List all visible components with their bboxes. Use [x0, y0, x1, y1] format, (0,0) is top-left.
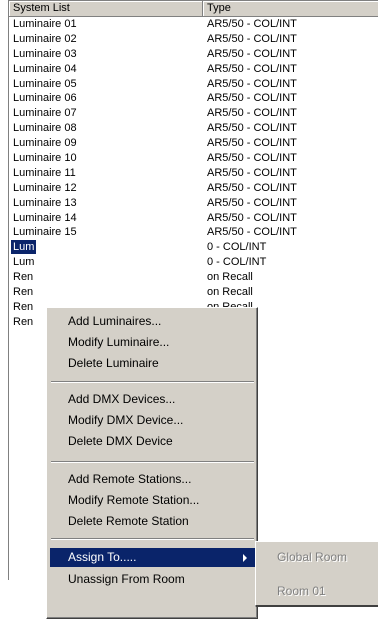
list-row[interactable]: Luminaire 01 AR5/50 - COL/INT	[9, 17, 378, 32]
list-row[interactable]: Luminaire 02 AR5/50 - COL/INT	[9, 32, 378, 47]
list-row[interactable]: Luminaire 09 AR5/50 - COL/INT	[9, 136, 378, 151]
row-type: AR5/50 - COL/INT	[207, 226, 297, 239]
menu-item-delete-luminaire[interactable]: Delete Luminaire	[50, 354, 255, 373]
row-name: Luminaire 07	[13, 107, 77, 120]
row-type: AR5/50 - COL/INT	[207, 122, 297, 135]
list-row[interactable]: Luminaire 04 AR5/50 - COL/INT	[9, 62, 378, 77]
row-name: Luminaire 06	[13, 92, 77, 105]
row-name: Ren	[13, 300, 34, 313]
row-name: Luminaire 15	[13, 226, 77, 239]
list-header: System List Type	[9, 1, 378, 17]
list-row-selected[interactable]: Lum 0 - COL/INT	[9, 240, 378, 255]
column-header-type[interactable]: Type	[203, 1, 378, 17]
list-row[interactable]: Luminaire 14 AR5/50 - COL/INT	[9, 211, 378, 226]
row-type: AR5/50 - COL/INT	[207, 32, 297, 45]
menu-item-assign-to[interactable]: Assign To.....	[50, 548, 255, 567]
row-type: AR5/50 - COL/INT	[207, 62, 297, 75]
menu-item-label: Assign To.....	[68, 550, 137, 564]
list-row[interactable]: Luminaire 06 AR5/50 - COL/INT	[9, 91, 378, 106]
list-row[interactable]: Luminaire 03 AR5/50 - COL/INT	[9, 47, 378, 62]
row-name: Ren	[13, 271, 34, 284]
row-name: Luminaire 04	[13, 62, 77, 75]
column-header-system-list[interactable]: System List	[9, 1, 203, 17]
row-name: Luminaire 13	[13, 196, 77, 209]
row-type: on Recall	[207, 286, 253, 299]
menu-item-unassign-from-room[interactable]: Unassign From Room	[50, 570, 255, 589]
list-row[interactable]: Luminaire 07 AR5/50 - COL/INT	[9, 106, 378, 121]
list-row[interactable]: Lum 0 - COL/INT	[9, 255, 378, 270]
list-row[interactable]: Luminaire 08 AR5/50 - COL/INT	[9, 121, 378, 136]
list-row[interactable]: Luminaire 12 AR5/50 - COL/INT	[9, 181, 378, 196]
row-type: AR5/50 - COL/INT	[207, 166, 297, 179]
row-name: Lum	[11, 240, 37, 255]
row-type: AR5/50 - COL/INT	[207, 152, 297, 165]
row-type: on Recall	[207, 271, 253, 284]
list-row[interactable]: Luminaire 05 AR5/50 - COL/INT	[9, 77, 378, 92]
menu-item-modify-dmx-device[interactable]: Modify DMX Device...	[50, 411, 255, 430]
list-row[interactable]: Luminaire 13 AR5/50 - COL/INT	[9, 196, 378, 211]
row-type: 0 - COL/INT	[207, 241, 267, 254]
submenu-item-room-01[interactable]: Room 01	[259, 582, 377, 601]
row-name: Luminaire 11	[13, 166, 76, 179]
menu-separator	[51, 538, 254, 540]
row-type: AR5/50 - COL/INT	[207, 47, 297, 60]
row-type: AR5/50 - COL/INT	[207, 107, 297, 120]
list-row[interactable]: Luminaire 10 AR5/50 - COL/INT	[9, 151, 378, 166]
assign-to-submenu-panel: Global Room Room 01	[255, 541, 378, 606]
submenu-item-global-room[interactable]: Global Room	[259, 548, 377, 567]
row-name: Luminaire 03	[13, 47, 77, 60]
submenu-arrow-icon	[243, 554, 247, 562]
list-row[interactable]: Luminaire 11 AR5/50 - COL/INT	[9, 166, 378, 181]
row-type: AR5/50 - COL/INT	[207, 92, 297, 105]
row-type: AR5/50 - COL/INT	[207, 137, 297, 150]
row-name: Luminaire 09	[13, 137, 77, 150]
row-type: AR5/50 - COL/INT	[207, 196, 297, 209]
row-name: Luminaire 10	[13, 152, 77, 165]
context-menu: Add Luminaires... Modify Luminaire... De…	[46, 307, 258, 619]
menu-item-delete-remote-station[interactable]: Delete Remote Station	[50, 512, 255, 531]
menu-separator	[51, 381, 254, 383]
menu-item-delete-dmx-device[interactable]: Delete DMX Device	[50, 432, 255, 451]
row-type: AR5/50 - COL/INT	[207, 18, 297, 30]
row-name: Luminaire 12	[13, 181, 77, 194]
row-name: Ren	[13, 286, 34, 299]
row-type: AR5/50 - COL/INT	[207, 211, 297, 224]
menu-item-add-dmx-devices[interactable]: Add DMX Devices...	[50, 390, 255, 409]
menu-item-add-luminaires[interactable]: Add Luminaires...	[50, 312, 255, 331]
list-row[interactable]: Ren on Recall	[9, 270, 378, 285]
row-name: Luminaire 14	[13, 211, 77, 224]
row-type: 0 - COL/INT	[207, 256, 267, 269]
row-name: Luminaire 05	[13, 77, 77, 90]
list-row[interactable]: Luminaire 15 AR5/50 - COL/INT	[9, 225, 378, 240]
list-rows: Luminaire 01 AR5/50 - COL/INT Luminaire 0…	[9, 17, 378, 330]
row-name: Ren	[13, 315, 34, 328]
menu-item-add-remote-stations[interactable]: Add Remote Stations...	[50, 470, 255, 489]
row-type: AR5/50 - COL/INT	[207, 181, 297, 194]
row-name: Luminaire 08	[13, 122, 77, 135]
list-row[interactable]: Ren on Recall	[9, 285, 378, 300]
menu-separator	[51, 461, 254, 463]
row-type: AR5/50 - COL/INT	[207, 77, 297, 90]
menu-item-modify-luminaire[interactable]: Modify Luminaire...	[50, 333, 255, 352]
row-name: Lum	[13, 256, 35, 269]
row-name: Luminaire 01	[13, 18, 77, 30]
menu-item-modify-remote-station[interactable]: Modify Remote Station...	[50, 491, 255, 510]
row-name: Luminaire 02	[13, 32, 77, 45]
